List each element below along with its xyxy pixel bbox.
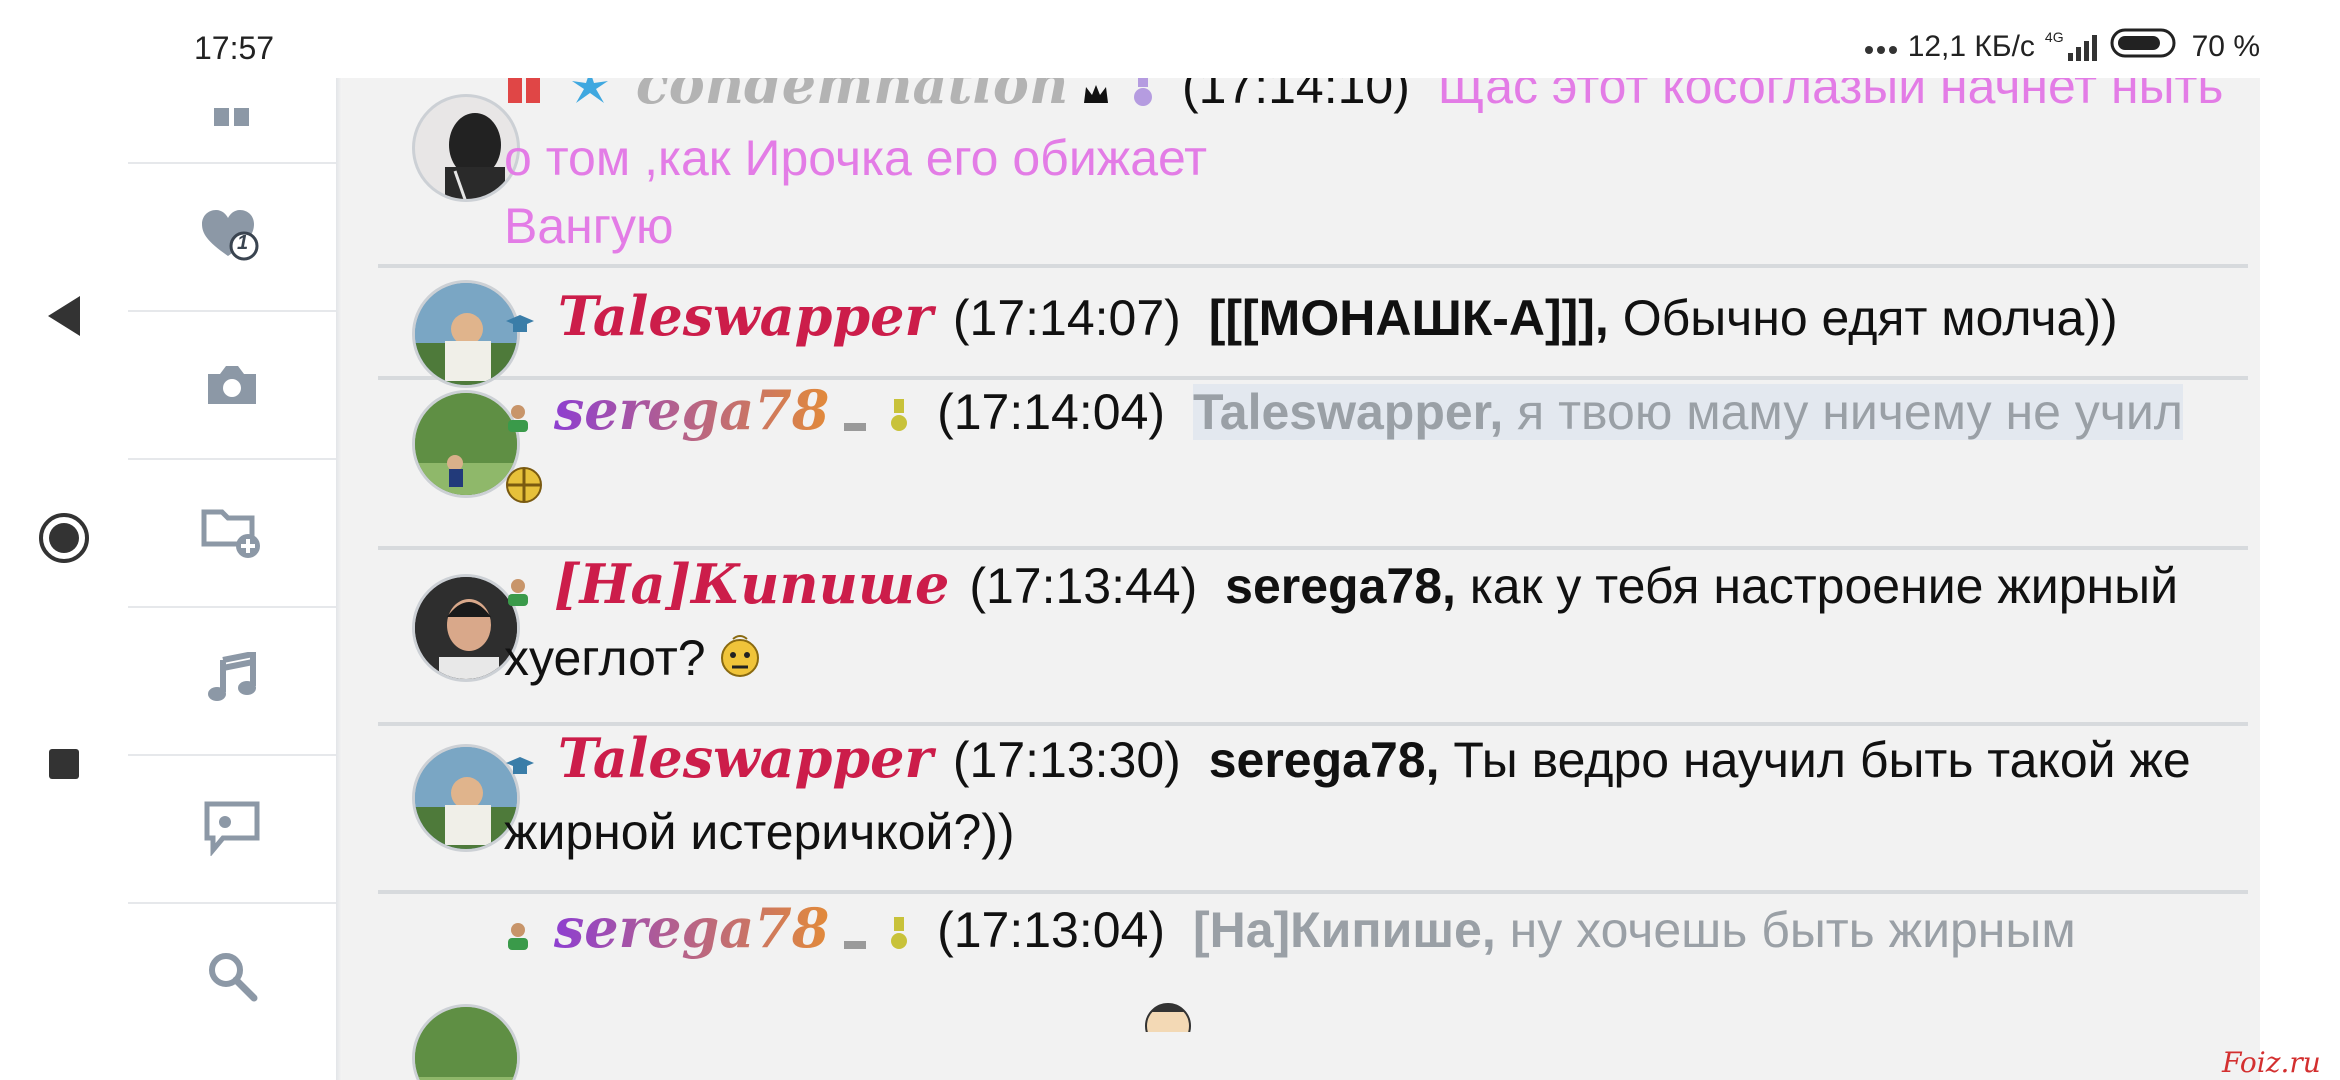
app-sidebar: 1	[128, 78, 336, 1080]
status-right: 12,1 КБ/с 4G 70 %	[1864, 28, 2260, 66]
rank-bar-icon	[843, 900, 867, 968]
watermark: Foiz.ru	[2222, 1046, 2321, 1079]
recent-square-icon[interactable]	[34, 734, 94, 794]
sidebar-item-files[interactable]	[128, 458, 336, 608]
smiley-icon	[719, 628, 761, 696]
search-icon	[206, 950, 258, 1007]
message-item: serega78 (17:14:04) Taleswapper, я твою …	[378, 378, 2248, 550]
smiley-icon	[504, 454, 544, 522]
system-nav-bar	[0, 0, 128, 1080]
grid-icon	[212, 106, 252, 135]
graduate-cap-icon	[504, 288, 536, 356]
message-time: (17:13:44)	[969, 558, 1198, 614]
sidebar-item-grid[interactable]	[128, 0, 336, 144]
nickname[interactable]: Taleswapper	[558, 726, 933, 790]
message-item: Taleswapper (17:13:30) serega78, Ты ведр…	[378, 726, 2248, 894]
message-time: (17:14:04)	[937, 384, 1166, 440]
dots-icon	[1864, 30, 1898, 64]
sidebar-item-music[interactable]	[128, 606, 336, 756]
favorites-badge: 1	[237, 231, 249, 254]
sparkle-icon	[566, 78, 614, 124]
user-icon	[504, 900, 532, 968]
message-addressee[interactable]: [На]Кипише,	[1193, 902, 1496, 958]
message-time: (17:14:07)	[952, 290, 1181, 346]
screen-edge	[2260, 0, 2340, 1080]
user-icon	[504, 382, 532, 450]
battery-icon	[2110, 28, 2182, 66]
medal-icon	[889, 900, 909, 968]
nickname[interactable]: serega78	[554, 896, 829, 960]
graduate-cap-icon	[504, 730, 536, 798]
avatar[interactable]	[412, 1004, 520, 1080]
medal-icon	[1132, 78, 1154, 124]
message-addressee[interactable]: Taleswapper,	[1193, 384, 1503, 440]
rank-bar-icon	[843, 382, 867, 450]
user-badge-icon	[504, 78, 544, 124]
status-bar: 17:57 12,1 КБ/с 4G 70 %	[128, 0, 2260, 78]
message-addressee[interactable]: serega78,	[1209, 732, 1440, 788]
folder-add-icon	[200, 504, 264, 565]
smiley-icon	[1138, 992, 1198, 1049]
nickname[interactable]: [На]Кипише	[554, 552, 950, 616]
nickname[interactable]: serega78	[554, 378, 829, 442]
back-triangle-icon[interactable]	[34, 286, 94, 346]
nickname[interactable]: condemnation	[636, 78, 1068, 116]
sidebar-item-chat[interactable]	[128, 754, 336, 904]
message-text: я твою маму ничему не учил	[1517, 384, 2183, 440]
message-time: (17:13:04)	[937, 902, 1166, 958]
network-type: 4G	[2044, 29, 2064, 45]
message-time: (17:13:30)	[952, 732, 1181, 788]
nickname[interactable]: Taleswapper	[558, 284, 933, 348]
medal-icon	[889, 382, 909, 450]
chat-bubble-icon	[203, 800, 261, 861]
crown-icon	[1082, 78, 1110, 124]
message-item: serega78 (17:13:04) [На]Кипише, ну хочеш…	[378, 894, 2248, 1080]
message-text: ну хочешь быть жирным	[1509, 902, 2076, 958]
message-item: [На]Кипише (17:13:44) serega78, как у те…	[378, 550, 2248, 726]
sidebar-item-photos[interactable]	[128, 310, 336, 460]
message-item: Taleswapper (17:14:07) [[[МОНАШК-А]]], О…	[378, 264, 2248, 388]
message-text-line2: Вангую	[504, 197, 674, 254]
camera-icon	[204, 360, 260, 413]
home-circle-icon[interactable]	[34, 508, 94, 568]
signal-icon: 4G	[2045, 29, 2100, 61]
battery-level: 70 %	[2191, 30, 2260, 63]
network-speed: 12,1 КБ/с	[1907, 30, 2035, 63]
message-time: (17:14:10)	[1181, 78, 1410, 114]
message-item: condemnation (17:14:10) Щас этот косогла…	[378, 78, 2248, 268]
message-text: Обычно едят молча))	[1622, 290, 2118, 346]
message-addressee[interactable]: [[[МОНАШК-А]]],	[1209, 290, 1609, 346]
chat-log[interactable]: condemnation (17:14:10) Щас этот косогла…	[342, 78, 2260, 1080]
music-note-icon	[207, 649, 257, 713]
message-addressee[interactable]: serega78,	[1225, 558, 1456, 614]
sidebar-item-favorites[interactable]: 1	[128, 162, 336, 312]
heart-icon: 1	[200, 208, 264, 269]
user-icon	[504, 556, 532, 624]
sidebar-item-search[interactable]	[128, 902, 336, 1052]
